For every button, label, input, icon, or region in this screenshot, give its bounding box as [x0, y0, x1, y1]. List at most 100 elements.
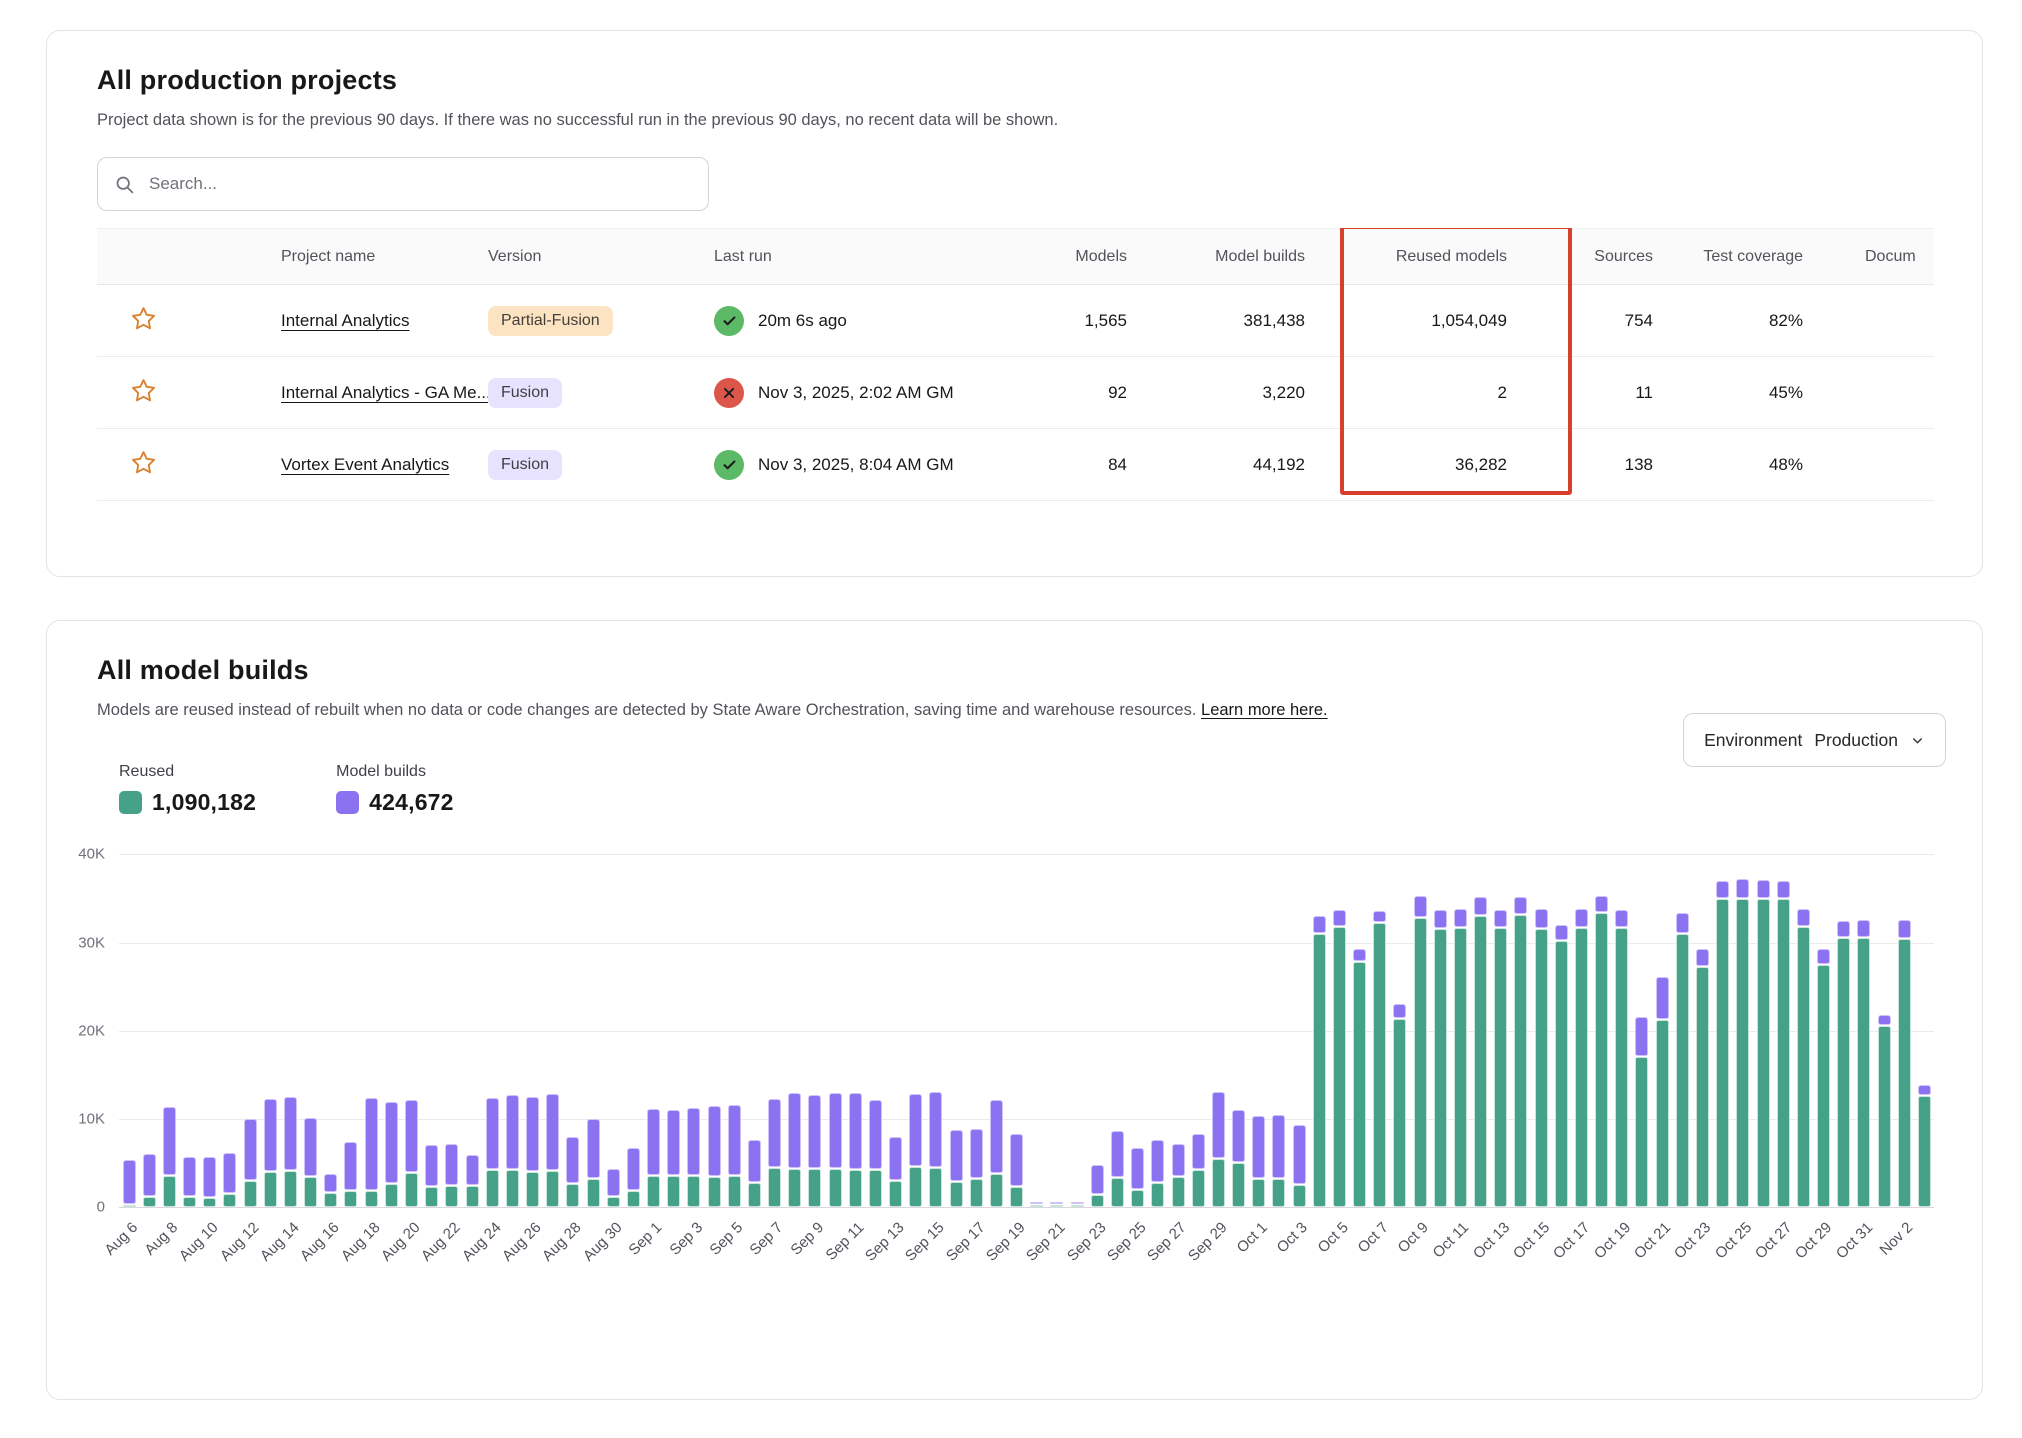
version-badge: Fusion	[488, 450, 562, 480]
bar-sep-2	[664, 854, 684, 1207]
bar-sep-6	[744, 854, 764, 1207]
run-status-icon	[714, 450, 744, 480]
reused-segment	[1192, 1170, 1205, 1207]
reused-segment	[405, 1173, 418, 1207]
environment-select[interactable]: Environment Production	[1683, 713, 1946, 767]
project-name-link[interactable]: Vortex Event Analytics	[281, 455, 449, 474]
x-tick-label: Oct 17	[1550, 1219, 1593, 1262]
bar-sep-20	[1027, 854, 1047, 1207]
bar-aug-23	[462, 854, 482, 1207]
bar-nov-1	[1874, 854, 1894, 1207]
reused-segment	[1454, 928, 1467, 1207]
last-run-text: Nov 3, 2025, 2:02 AM GM	[758, 383, 954, 403]
reused-segment	[1837, 938, 1850, 1207]
reused-segment	[1857, 938, 1870, 1207]
x-tick-label: Oct 7	[1354, 1219, 1391, 1256]
model-builds-segment	[1393, 1004, 1406, 1018]
project-name-link[interactable]: Internal Analytics	[281, 311, 410, 330]
reused-segment	[344, 1191, 357, 1207]
legend-model-builds-swatch	[336, 791, 359, 814]
projects-table-header: Project name Version Last run Models Mod…	[97, 228, 1934, 285]
environment-label: Environment	[1704, 730, 1802, 751]
bar-oct-27: Oct 27	[1773, 854, 1793, 1207]
version-badge: Fusion	[488, 378, 562, 408]
bar-sep-11: Sep 11	[845, 854, 865, 1207]
builds-subtitle-text: Models are reused instead of rebuilt whe…	[97, 701, 1196, 719]
favorite-star-icon[interactable]	[130, 449, 157, 481]
project-name-link[interactable]: Internal Analytics - GA Me...	[281, 383, 488, 402]
model-builds-segment	[808, 1095, 821, 1168]
model-builds-segment	[1898, 920, 1911, 938]
cell-model-builds: 3,220	[1127, 383, 1305, 403]
bar-sep-12	[865, 854, 885, 1207]
model-builds-segment	[1595, 896, 1608, 912]
x-tick-label: Aug 28	[539, 1219, 585, 1265]
model-builds-segment	[1757, 880, 1770, 899]
x-tick-label: Aug 22	[418, 1219, 464, 1265]
reused-segment	[1817, 965, 1830, 1207]
reused-segment	[1030, 1205, 1043, 1207]
x-tick-label: Oct 13	[1470, 1219, 1513, 1262]
x-tick-label: Oct 1	[1233, 1219, 1270, 1256]
model-builds-segment	[1676, 913, 1689, 932]
model-builds-segment	[506, 1095, 519, 1169]
model-builds-segment	[486, 1098, 499, 1169]
search-input[interactable]	[147, 173, 692, 195]
x-tick-label: Sep 7	[747, 1219, 787, 1259]
bar-oct-24	[1713, 854, 1733, 1207]
x-tick-label: Sep 15	[902, 1219, 948, 1265]
bar-aug-9	[180, 854, 200, 1207]
bar-oct-3: Oct 3	[1289, 854, 1309, 1207]
reused-segment	[304, 1177, 317, 1207]
reused-segment	[1898, 939, 1911, 1207]
favorite-star-icon[interactable]	[130, 305, 157, 337]
reused-segment	[667, 1176, 680, 1207]
bar-oct-26	[1753, 854, 1773, 1207]
favorite-star-icon[interactable]	[130, 377, 157, 409]
production-projects-card: All production projects Project data sho…	[46, 30, 1983, 577]
reused-segment	[929, 1168, 942, 1207]
model-builds-segment	[223, 1153, 236, 1193]
x-tick-label: Sep 17	[943, 1219, 989, 1265]
reused-segment	[244, 1181, 257, 1207]
legend-model-builds: Model builds 424,672	[336, 763, 454, 816]
x-tick-label: Oct 9	[1395, 1219, 1432, 1256]
bar-sep-9: Sep 9	[805, 854, 825, 1207]
bar-sep-14	[906, 854, 926, 1207]
model-builds-segment	[768, 1099, 781, 1168]
reused-segment	[1111, 1178, 1124, 1207]
x-tick-label: Sep 1	[626, 1219, 666, 1259]
cell-models: 84	[1002, 455, 1127, 475]
bar-sep-5: Sep 5	[724, 854, 744, 1207]
reused-segment	[1131, 1190, 1144, 1208]
bar-aug-24: Aug 24	[482, 854, 502, 1207]
cell-reused-models: 2	[1305, 383, 1507, 403]
x-tick-label: Oct 5	[1314, 1219, 1351, 1256]
model-builds-segment	[1091, 1165, 1104, 1194]
reused-segment	[768, 1168, 781, 1207]
model-builds-segment	[264, 1099, 277, 1171]
y-tick-label: 40K	[78, 846, 105, 863]
reused-segment	[385, 1184, 398, 1207]
reused-segment	[284, 1171, 297, 1207]
reused-segment	[1575, 928, 1588, 1208]
bar-sep-27: Sep 27	[1168, 854, 1188, 1207]
bar-oct-1: Oct 1	[1249, 854, 1269, 1207]
bar-sep-18	[986, 854, 1006, 1207]
project-search[interactable]	[97, 157, 709, 211]
bar-sep-7: Sep 7	[765, 854, 785, 1207]
cell-sources: 11	[1507, 383, 1653, 403]
bar-sep-25: Sep 25	[1128, 854, 1148, 1207]
version-badge: Partial-Fusion	[488, 306, 613, 336]
bar-oct-30	[1834, 854, 1854, 1207]
model-builds-chart: 010K20K30K40K Aug 6Aug 8Aug 10Aug 12Aug …	[57, 854, 1932, 1324]
reused-segment	[587, 1179, 600, 1207]
bar-aug-8: Aug 8	[159, 854, 179, 1207]
bar-nov-2: Nov 2	[1894, 854, 1914, 1207]
x-tick-label: Oct 21	[1631, 1219, 1674, 1262]
reused-segment	[829, 1169, 842, 1207]
model-builds-segment	[1313, 916, 1326, 933]
reused-segment	[1232, 1163, 1245, 1207]
header-models: Models	[1002, 248, 1127, 266]
learn-more-link[interactable]: Learn more here.	[1201, 701, 1328, 719]
